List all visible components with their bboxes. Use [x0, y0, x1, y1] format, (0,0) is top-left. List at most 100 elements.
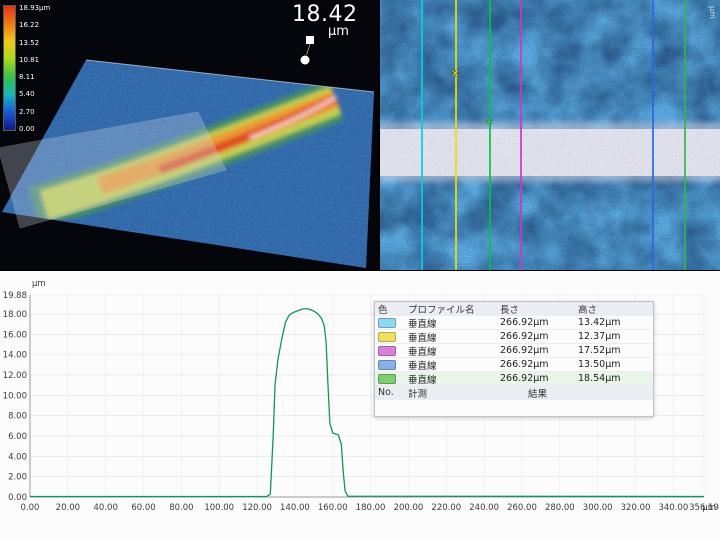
y-axis-tick-label: 8.00	[8, 412, 27, 422]
y-axis-tick-label: 19.88	[3, 291, 27, 301]
height-color-scale: 18.93µm 16.22 13.52 10.81 8.11 5.40 2.70 0.00	[3, 5, 50, 133]
y-axis-tick-label: 18.00	[3, 310, 27, 320]
color-scale-tick: 10.81	[19, 57, 50, 64]
x-axis-tick-label: 60.00	[131, 503, 155, 513]
profile-table-cell: 垂直線	[408, 358, 500, 372]
y-axis-tick-label: 4.00	[8, 452, 27, 462]
profile-table-cell: 12.37µm	[578, 331, 650, 342]
height-measurement-label: 18.42 µm	[292, 2, 357, 39]
y-axis-tick-label: 12.00	[3, 371, 27, 381]
profile-table-cell: 266.92µm	[500, 373, 578, 384]
result-table-empty-area	[375, 400, 653, 416]
color-scale-tick: 13.52	[19, 40, 50, 47]
color-scale-tick: 18.93µm	[19, 5, 50, 12]
measurement-line[interactable]	[489, 0, 491, 270]
y-axis-tick-label: 16.00	[3, 330, 27, 340]
header-length: 長さ	[500, 302, 578, 316]
analyzer-window: 18.93µm 16.22 13.52 10.81 8.11 5.40 2.70 0.00 1…	[0, 0, 720, 539]
color-scale-tick: 2.70	[19, 109, 50, 116]
measurement-table[interactable]: 色 プロファイル名 長さ 高さ 垂直線266.92µm13.42µm垂直線266…	[374, 301, 654, 417]
profile-table-row[interactable]: 垂直線266.92µm17.52µm	[375, 344, 653, 358]
x-axis-tick-label: 120.00	[242, 503, 272, 513]
y-axis-unit: µm	[32, 279, 46, 289]
header-color: 色	[378, 302, 408, 316]
color-scale-tick: 16.22	[19, 22, 50, 29]
profile-color-swatch	[378, 318, 396, 328]
profile-color-cell	[378, 318, 408, 328]
x-axis-tick-label: 20.00	[56, 503, 80, 513]
color-scale-ticks: 18.93µm 16.22 13.52 10.81 8.11 5.40 2.70 0.00	[19, 5, 50, 133]
y-axis-tick-label: 10.00	[3, 391, 27, 401]
profile-color-cell	[378, 332, 408, 342]
y-axis-tick-label: 14.00	[3, 351, 27, 361]
x-axis-tick-label: 340.00	[658, 503, 688, 513]
profile-table-row[interactable]: 垂直線266.92µm13.50µm	[375, 358, 653, 372]
profile-table-cell: 266.92µm	[500, 331, 578, 342]
header-measure: 計測	[408, 386, 528, 400]
profile-table-cell: 17.52µm	[578, 345, 650, 356]
profile-table-cell: 垂直線	[408, 316, 500, 330]
profile-table-cell: 266.92µm	[500, 359, 578, 370]
3d-surface-render	[0, 0, 378, 270]
profile-color-swatch	[378, 332, 396, 342]
x-axis-tick-label: 220.00	[431, 503, 461, 513]
profile-color-swatch	[378, 374, 396, 384]
color-scale-tick: 8.11	[19, 74, 50, 81]
x-axis-tick-label: 40.00	[94, 503, 118, 513]
profile-color-cell	[378, 346, 408, 356]
profile-table-row[interactable]: 垂直線266.92µm18.54µm	[375, 372, 653, 386]
header-result: 結果	[528, 386, 650, 400]
color-scale-tick: 0.00	[19, 126, 50, 133]
measurement-lines-layer: ✕+	[380, 0, 720, 270]
result-table-header: No. 計測 結果	[375, 386, 653, 400]
x-axis-tick-label: 80.00	[169, 503, 193, 513]
x-axis-tick-label: 260.00	[507, 503, 537, 513]
x-axis-tick-label: 280.00	[545, 503, 575, 513]
3d-view-panel[interactable]: 18.93µm 16.22 13.52 10.81 8.11 5.40 2.70 0.00 1…	[0, 0, 378, 270]
y-axis-tick-label: 2.00	[8, 473, 27, 483]
x-axis-tick-label: 300.00	[583, 503, 613, 513]
measurement-line[interactable]	[520, 0, 522, 270]
profile-chart-panel[interactable]: 0.00 20.00 40.00 60.00 80.00 100.00 120.00 140.…	[0, 271, 720, 539]
profile-table-cell: 垂直線	[408, 372, 500, 386]
measurement-line[interactable]	[455, 0, 457, 270]
profile-table-cell: 13.42µm	[578, 317, 650, 328]
2d-image-panel[interactable]: ✕+ µm	[380, 0, 720, 270]
profile-color-cell	[378, 360, 408, 370]
measurement-line[interactable]	[421, 0, 423, 270]
scale-label: µm	[708, 6, 717, 19]
x-axis-tick-label: 100.00	[204, 503, 234, 513]
color-scale-tick: 5.40	[19, 91, 50, 98]
y-axis-tick-label: 6.00	[8, 432, 27, 442]
y-axis-tick-label: 0.00	[8, 493, 27, 503]
measurement-line[interactable]	[684, 0, 686, 270]
measure-point-circle-marker[interactable]	[301, 56, 310, 65]
profile-color-swatch	[378, 360, 396, 370]
profile-color-cell	[378, 374, 408, 384]
color-scale-bar	[3, 5, 16, 131]
x-axis-tick-label: 240.00	[469, 503, 499, 513]
profile-color-swatch	[378, 346, 396, 356]
header-no: No.	[378, 387, 408, 398]
x-axis-tick-label: 200.00	[394, 503, 424, 513]
header-height: 高さ	[578, 302, 650, 316]
measurement-line[interactable]	[652, 0, 654, 270]
profile-table-cell: 13.50µm	[578, 359, 650, 370]
profile-table-body: 垂直線266.92µm13.42µm垂直線266.92µm12.37µm垂直線2…	[375, 316, 653, 386]
profile-table-cell: 垂直線	[408, 344, 500, 358]
profile-table-cell: 266.92µm	[500, 345, 578, 356]
profile-table-row[interactable]: 垂直線266.92µm13.42µm	[375, 316, 653, 330]
profile-table-row[interactable]: 垂直線266.92µm12.37µm	[375, 330, 653, 344]
x-axis-tick-label: 0.00	[21, 503, 40, 513]
header-profile-name: プロファイル名	[408, 302, 500, 316]
profile-table-cell: 垂直線	[408, 330, 500, 344]
line-position-marker[interactable]: ✕	[451, 70, 459, 80]
x-axis-tick-label: 160.00	[318, 503, 348, 513]
line-position-marker[interactable]: +	[485, 118, 493, 128]
x-axis-tick-label: 320.00	[621, 503, 651, 513]
x-axis-tick-label: 140.00	[280, 503, 310, 513]
profile-table-header: 色 プロファイル名 長さ 高さ	[375, 302, 653, 316]
x-axis-unit: µm	[702, 503, 716, 513]
x-axis-tick-label: 180.00	[356, 503, 386, 513]
profile-table-cell: 266.92µm	[500, 317, 578, 328]
